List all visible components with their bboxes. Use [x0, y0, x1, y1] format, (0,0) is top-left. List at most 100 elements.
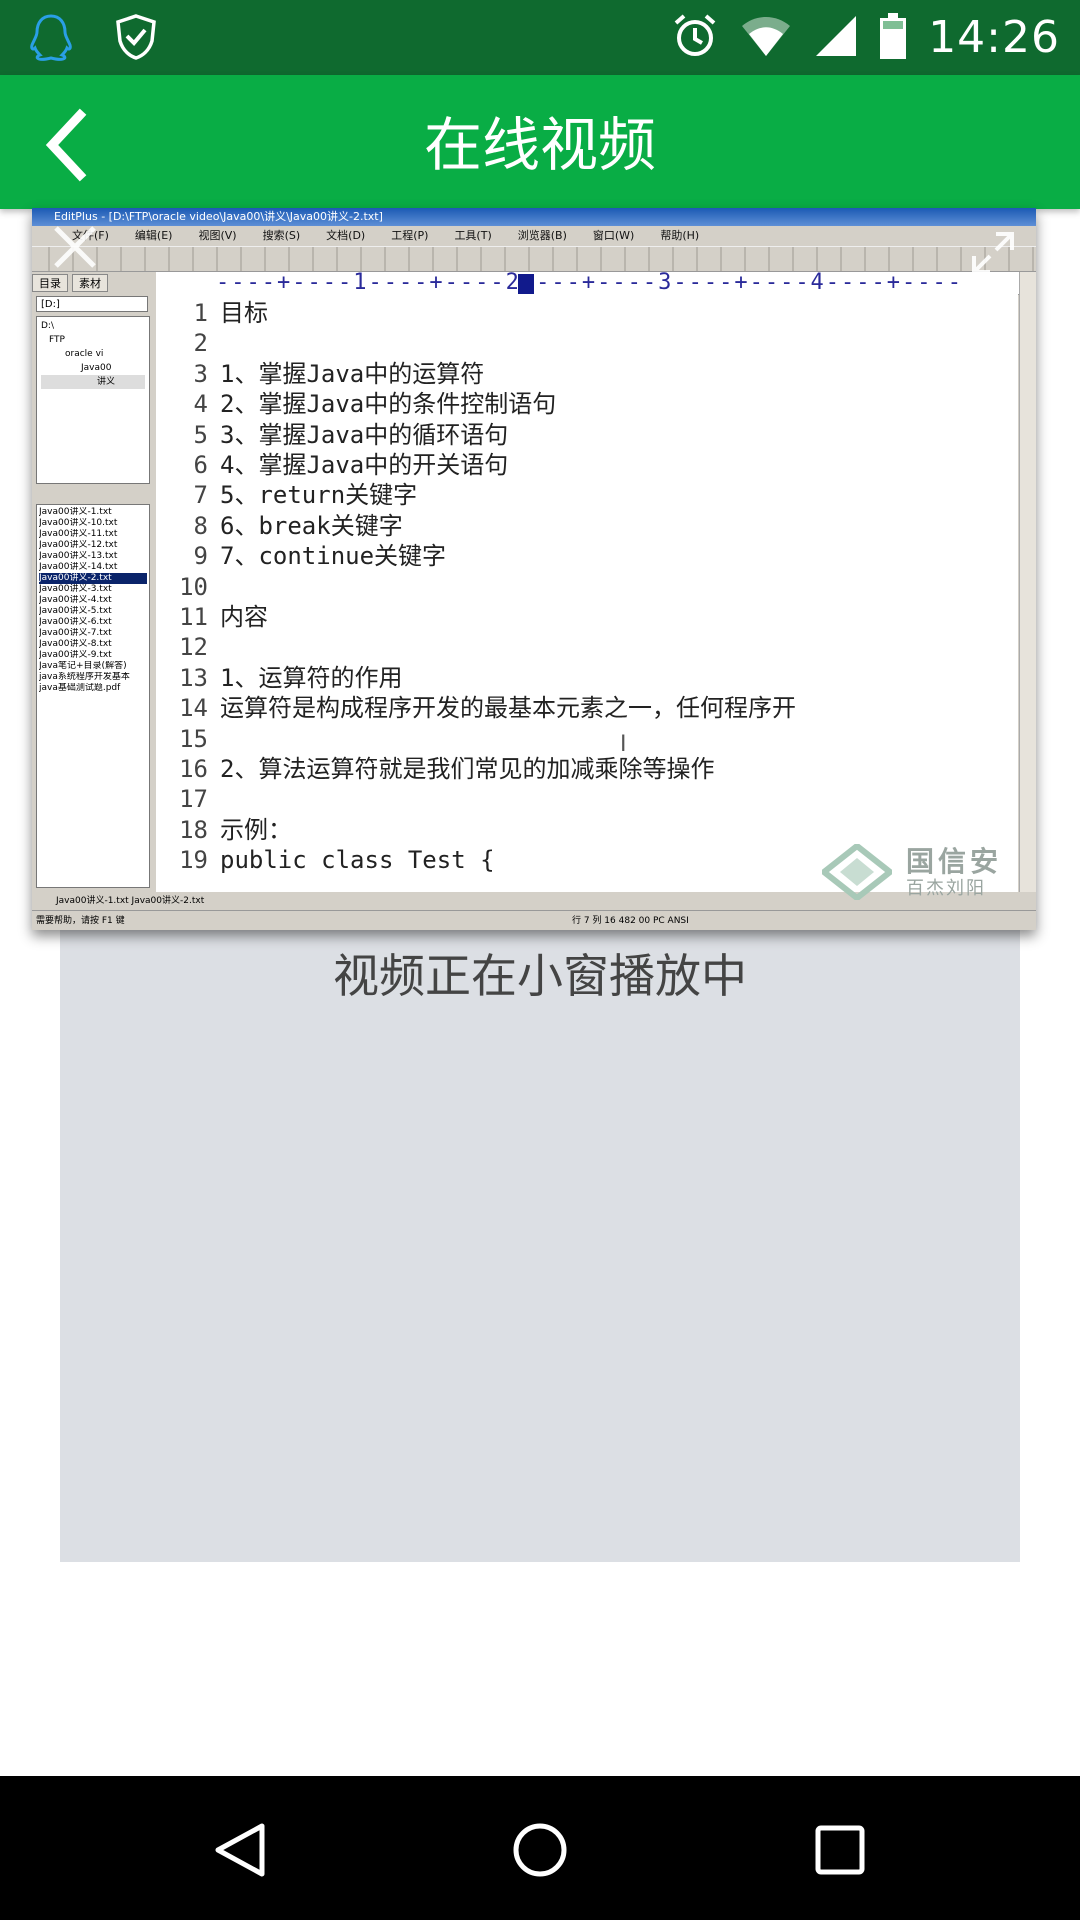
line-number: 3: [193, 359, 208, 388]
video-editor-toolbar: [32, 246, 1036, 272]
nav-back-button[interactable]: [210, 1820, 270, 1880]
line-number: 2: [193, 329, 208, 358]
video-editor-titlebar: EditPlus - [D:\FTP\oracle video\Java00\讲…: [32, 208, 1036, 226]
nav-home-button[interactable]: [510, 1820, 570, 1880]
watermark: 国信安 百杰刘阳: [822, 840, 1022, 900]
line-text: 运算符是构成程序开发的最基本元素之一，任何程序开: [220, 694, 796, 723]
line-number: 16: [179, 755, 208, 783]
code-line: 16 2、算法运算符就是我们常见的加减乘除等操作: [156, 754, 1018, 784]
nav-recents-button[interactable]: [810, 1820, 870, 1880]
line-number: 14: [179, 694, 208, 723]
file-list-item: Java00讲义-12.txt: [39, 540, 118, 550]
code-line: 13 1、运算符的作用: [156, 663, 1018, 693]
expand-pip-button[interactable]: [970, 230, 1016, 276]
floating-video-window[interactable]: EditPlus - [D:\FTP\oracle video\Java00\讲…: [32, 208, 1036, 930]
line-text: 内容: [220, 603, 268, 631]
tree-item: Java00: [81, 363, 112, 373]
code-line: 17: [156, 784, 1018, 814]
file-list-item: Java00讲义-13.txt: [39, 551, 118, 561]
line-number: 6: [193, 451, 208, 479]
code-line: 7 5、return关键字: [156, 480, 1018, 510]
tree-item: D:\: [41, 321, 54, 331]
app-bar: 在线视频: [0, 75, 1080, 209]
line-text: 1、运算符的作用: [220, 663, 403, 692]
tree-item: oracle vi: [65, 349, 104, 359]
file-list-item: java系统程序开发基本: [39, 672, 130, 682]
file-list-item: Java00讲义-3.txt: [39, 584, 112, 594]
drive-select: [D:]: [36, 296, 148, 312]
wifi-icon: [740, 14, 792, 62]
folder-tree: D:\ FTP oracle vi Java00 讲义: [36, 316, 150, 484]
video-editor-sidebar: 目录 素材 [D:] D:\ FTP oracle vi Java00 讲义 J…: [32, 272, 154, 892]
menu-label: 工程(P): [391, 229, 429, 242]
menu-label: 文档(D): [326, 229, 366, 242]
line-number: 4: [193, 390, 208, 419]
close-icon: [50, 226, 100, 276]
home-circle-icon: [510, 1823, 570, 1884]
line-text: 5、return关键字: [220, 481, 418, 510]
tree-item: 讲义: [41, 375, 145, 389]
line-text: 6、break关键字: [220, 511, 403, 540]
close-pip-button[interactable]: [50, 222, 100, 272]
line-number: 18: [179, 815, 208, 844]
menu-label: 编辑(E): [134, 229, 173, 242]
line-number: 10: [179, 572, 208, 601]
tree-item: FTP: [49, 335, 65, 345]
side-tab: 目录: [32, 274, 68, 292]
text-cursor-icon: I: [620, 732, 627, 757]
code-line: 3 1、掌握Java中的运算符: [156, 359, 1018, 389]
line-number: 13: [179, 663, 208, 692]
code-line: 12: [156, 632, 1018, 662]
line-text: 示例：: [220, 815, 292, 844]
recents-square-icon: [810, 1825, 870, 1884]
line-number: 15: [179, 724, 208, 753]
code-line: 1 目标: [156, 298, 1018, 328]
line-text: 4、掌握Java中的开关语句: [220, 451, 509, 479]
line-number: 17: [179, 785, 208, 814]
line-number: 5: [193, 420, 208, 449]
menu-label: 视图(V): [198, 229, 237, 242]
status-help: 需要帮助，请按 F1 键: [36, 916, 125, 926]
status-position: 行 7 列 16 482 00 PC ANSI: [572, 916, 689, 926]
code-line: 11 内容: [156, 602, 1018, 632]
video-editor-menu: 文件(F) 编辑(E) 视图(V) 搜索(S) 文档(D) 工程(P) 工具(T…: [32, 226, 1036, 246]
clock: 14:26: [928, 12, 1060, 63]
watermark-subtitle: 百杰刘阳: [906, 878, 986, 899]
menu-label: 工具(T): [454, 229, 492, 242]
line-number: 1: [193, 299, 208, 327]
file-list-item: Java00讲义-11.txt: [39, 529, 118, 539]
file-list-item: Java00讲义-4.txt: [39, 595, 112, 605]
file-list-item: Java00讲义-1.txt: [39, 507, 112, 517]
code-line: 2: [156, 328, 1018, 358]
line-text: 3、掌握Java中的循环语句: [220, 420, 509, 449]
editor-status-bar: 需要帮助，请按 F1 键 行 7 列 16 482 00 PC ANSI: [32, 910, 1036, 930]
line-number: 7: [193, 481, 208, 510]
line-text: 目标: [220, 299, 268, 327]
code-line: 5 3、掌握Java中的循环语句: [156, 420, 1018, 450]
code-line: 6 4、掌握Java中的开关语句: [156, 450, 1018, 480]
signal-icon: [814, 14, 858, 62]
menu-label: 搜索(S): [262, 229, 301, 242]
qq-icon: [28, 12, 74, 66]
file-list-item: Java00讲义-14.txt: [39, 562, 118, 572]
code-line: 4 2、掌握Java中的条件控制语句: [156, 389, 1018, 419]
alarm-icon: [672, 13, 718, 63]
file-list-item: Java00讲义-7.txt: [39, 628, 112, 638]
expand-icon: [970, 232, 1016, 280]
code-line: 8 6、break关键字: [156, 511, 1018, 541]
file-list: Java00讲义-1.txt Java00讲义-10.txt Java00讲义-11…: [36, 504, 150, 888]
line-number: 11: [179, 603, 208, 631]
menu-label: 浏览器(B): [517, 229, 567, 242]
shield-icon: [114, 13, 158, 65]
side-tab: 素材: [72, 274, 108, 292]
menu-label: 窗口(W): [592, 229, 635, 242]
file-list-item: java基础测试题.pdf: [39, 683, 121, 693]
line-number: 19: [179, 846, 208, 875]
file-list-item: Java00讲义-8.txt: [39, 639, 112, 649]
back-triangle-icon: [210, 1823, 270, 1884]
file-list-item: Java00讲义-2.txt: [39, 573, 147, 584]
editor-scrollbar: [1019, 272, 1036, 892]
file-list-item: Java00讲义-6.txt: [39, 617, 112, 627]
line-number: 12: [179, 633, 208, 662]
menu-label: 帮助(H): [660, 229, 700, 242]
